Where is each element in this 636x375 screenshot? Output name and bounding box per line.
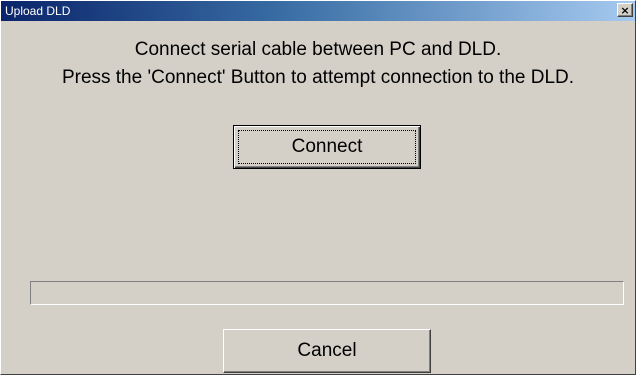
close-button[interactable]: × bbox=[617, 3, 633, 17]
close-icon: × bbox=[620, 3, 630, 17]
instruction-line-1: Connect serial cable between PC and DLD. bbox=[134, 39, 502, 60]
cancel-button[interactable]: Cancel bbox=[223, 329, 431, 373]
window-title: Upload DLD bbox=[5, 4, 71, 18]
connect-focus-rect: Connect bbox=[238, 130, 416, 164]
upload-dld-dialog: Upload DLD × Connect serial cable betwee… bbox=[0, 0, 636, 375]
connect-button-label: Connect bbox=[291, 136, 363, 157]
connect-button[interactable]: Connect bbox=[233, 125, 421, 169]
progress-bar bbox=[30, 281, 624, 305]
cancel-button-label: Cancel bbox=[297, 340, 357, 361]
instruction-line-2: Press the 'Connect' Button to attempt co… bbox=[61, 67, 575, 88]
title-bar[interactable]: Upload DLD × bbox=[1, 1, 635, 21]
